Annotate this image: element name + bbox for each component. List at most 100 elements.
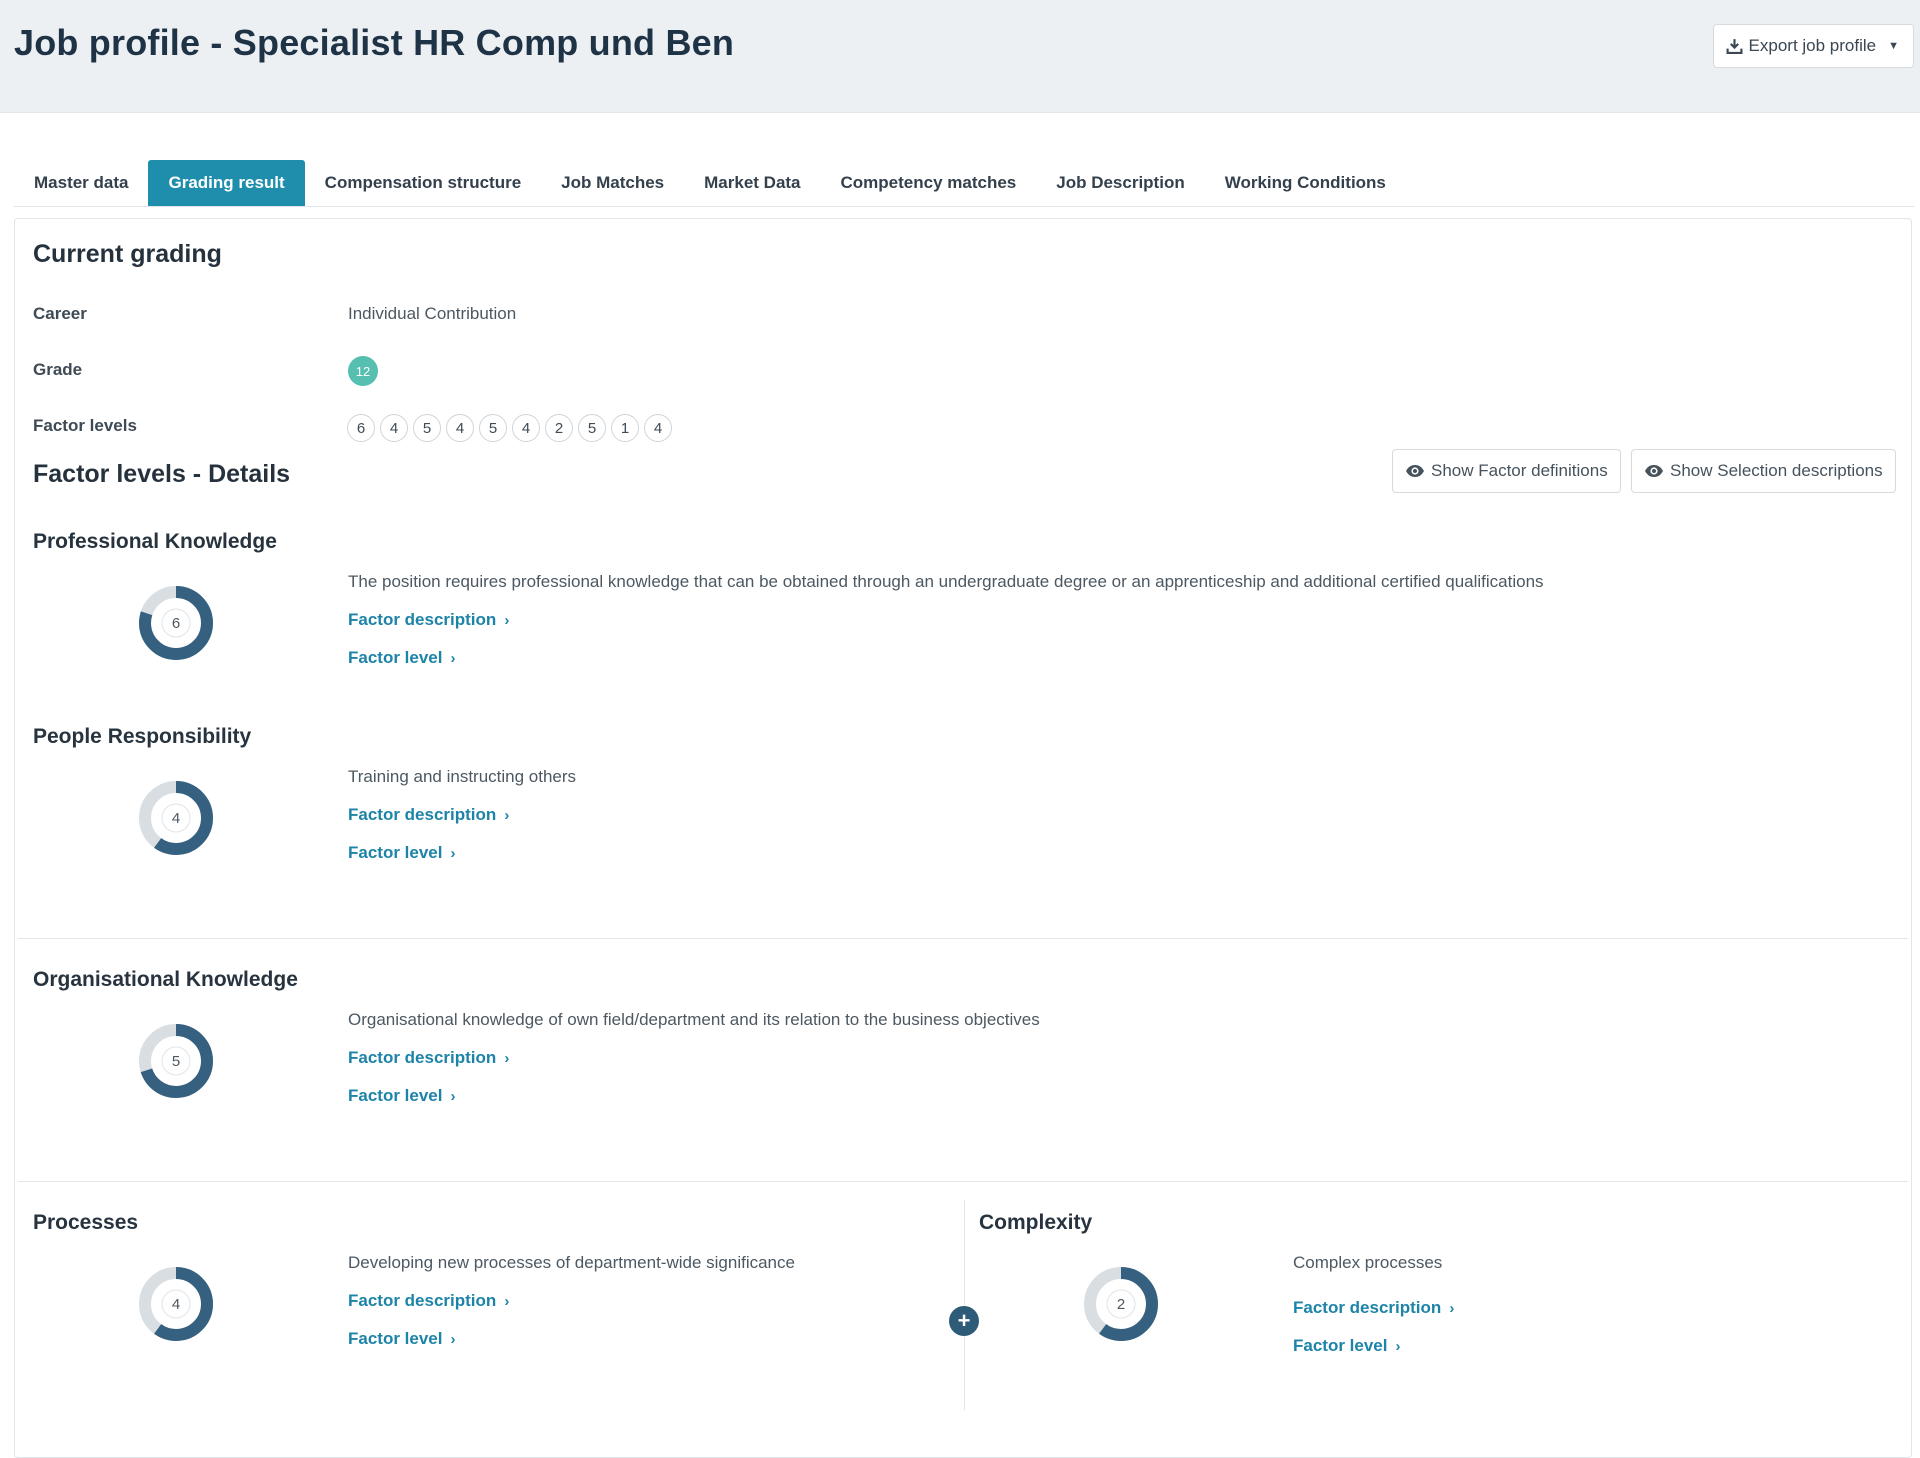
- plus-icon: +: [957, 1308, 971, 1333]
- link-label: Factor description: [348, 610, 497, 629]
- factor-level-link[interactable]: Factor level ›: [348, 648, 456, 668]
- donut-chart: 4: [139, 781, 213, 855]
- show-factor-definitions-button[interactable]: Show Factor definitions: [1392, 449, 1621, 493]
- factor-description-link[interactable]: Factor description ›: [348, 610, 509, 630]
- grade-label: Grade: [33, 360, 83, 379]
- factor-level-donut: 4: [138, 1266, 214, 1342]
- factor-level-link[interactable]: Factor level ›: [1293, 1336, 1401, 1356]
- current-grading-heading: Current grading: [33, 240, 222, 268]
- donut-chart: 2: [1084, 1267, 1158, 1341]
- chevron-right-icon: ›: [504, 806, 510, 824]
- factor-description-text: Training and instructing others: [348, 767, 577, 786]
- factor-title-processes: Processes: [33, 1211, 139, 1234]
- factor-description-text: Developing new processes of department-w…: [348, 1253, 795, 1272]
- section-divider: [18, 938, 1908, 939]
- factor-description-text: Complex processes: [1293, 1253, 1443, 1272]
- tab-bar: Master data Grading result Compensation …: [14, 160, 1914, 207]
- chevron-right-icon: ›: [504, 1292, 510, 1310]
- factor-title-organisational-knowledge: Organisational Knowledge: [33, 968, 298, 991]
- tab-working-conditions[interactable]: Working Conditions: [1205, 160, 1406, 206]
- link-label: Factor description: [348, 1291, 497, 1310]
- chevron-right-icon: ›: [1449, 1299, 1455, 1317]
- chevron-right-icon: ›: [450, 1330, 456, 1348]
- show-factor-definitions-label: Show Factor definitions: [1431, 461, 1608, 480]
- tab-grading-result[interactable]: Grading result: [148, 160, 305, 206]
- factor-level-donut: 5: [138, 1023, 214, 1099]
- chevron-right-icon: ›: [504, 611, 510, 629]
- tab-market-data[interactable]: Market Data: [684, 160, 820, 206]
- donut-level-label: 4: [172, 810, 180, 827]
- link-label: Factor level: [1293, 1336, 1388, 1355]
- chevron-right-icon: ›: [504, 1049, 510, 1067]
- tab-job-description[interactable]: Job Description: [1036, 160, 1204, 206]
- page-title: Job profile - Specialist HR Comp und Ben: [14, 22, 735, 63]
- link-label: Factor level: [348, 648, 443, 667]
- link-label: Factor level: [348, 843, 443, 862]
- factor-level-pill: 4: [446, 414, 474, 442]
- caret-down-icon: ▼: [1888, 40, 1899, 52]
- factor-level-pill: 4: [644, 414, 672, 442]
- factor-level-link[interactable]: Factor level ›: [348, 1329, 456, 1349]
- career-value: Individual Contribution: [348, 304, 517, 323]
- factor-level-link[interactable]: Factor level ›: [348, 843, 456, 863]
- tab-job-matches[interactable]: Job Matches: [541, 160, 684, 206]
- factor-description-link[interactable]: Factor description ›: [348, 1048, 509, 1068]
- tab-competency-matches[interactable]: Competency matches: [821, 160, 1037, 206]
- show-selection-descriptions-label: Show Selection descriptions: [1670, 461, 1883, 480]
- link-label: Factor level: [348, 1329, 443, 1348]
- export-label: Export job profile: [1748, 36, 1877, 55]
- donut-chart: 4: [139, 1267, 213, 1341]
- chevron-right-icon: ›: [1395, 1337, 1401, 1355]
- link-label: Factor level: [348, 1086, 443, 1105]
- factor-level-pill: 6: [347, 414, 375, 442]
- factor-description-text: The position requires professional knowl…: [348, 572, 1544, 591]
- factor-levels-list: 6 4 5 4 5 4 2 5 1 4: [347, 414, 672, 442]
- factor-level-pill: 1: [611, 414, 639, 442]
- factor-title-people-responsibility: People Responsibility: [33, 725, 252, 748]
- tab-master-data[interactable]: Master data: [14, 160, 148, 206]
- donut-chart: 5: [139, 1024, 213, 1098]
- factor-level-pill: 5: [479, 414, 507, 442]
- factor-level-donut: 6: [138, 585, 214, 661]
- link-label: Factor description: [348, 1048, 497, 1067]
- donut-level-label: 4: [172, 1296, 180, 1313]
- factor-description-text: Organisational knowledge of own field/de…: [348, 1010, 1040, 1029]
- section-divider: [18, 1181, 1908, 1182]
- grade-badge: 12: [348, 356, 378, 386]
- chevron-right-icon: ›: [450, 649, 456, 667]
- eye-icon: [1645, 465, 1663, 477]
- link-label: Factor description: [348, 805, 497, 824]
- factor-level-pill: 2: [545, 414, 573, 442]
- donut-chart: 6: [139, 586, 213, 660]
- tab-compensation-structure[interactable]: Compensation structure: [305, 160, 541, 206]
- grading-panel: [14, 218, 1912, 1458]
- column-divider: [964, 1200, 965, 1410]
- page-header: Job profile - Specialist HR Comp und Ben…: [0, 0, 1920, 113]
- add-factor-button[interactable]: +: [949, 1306, 979, 1336]
- career-label: Career: [33, 304, 87, 323]
- factor-level-donut: 2: [1083, 1266, 1159, 1342]
- factor-level-pill: 4: [380, 414, 408, 442]
- factor-title-professional-knowledge: Professional Knowledge: [33, 530, 277, 553]
- factor-title-complexity: Complexity: [979, 1211, 1093, 1234]
- chevron-right-icon: ›: [450, 844, 456, 862]
- donut-level-label: 6: [172, 615, 180, 632]
- factor-levels-label: Factor levels: [33, 416, 137, 435]
- show-selection-descriptions-button[interactable]: Show Selection descriptions: [1631, 449, 1896, 493]
- factor-level-pill: 5: [578, 414, 606, 442]
- export-job-profile-button[interactable]: Export job profile ▼: [1712, 24, 1914, 68]
- factor-level-pill: 4: [512, 414, 540, 442]
- link-label: Factor description: [1293, 1298, 1442, 1317]
- donut-level-label: 2: [1117, 1296, 1125, 1313]
- download-icon: [1726, 38, 1742, 54]
- chevron-right-icon: ›: [450, 1087, 456, 1105]
- factor-level-pill: 5: [413, 414, 441, 442]
- donut-level-label: 5: [172, 1053, 180, 1070]
- factor-details-heading: Factor levels - Details: [33, 460, 291, 488]
- factor-level-link[interactable]: Factor level ›: [348, 1086, 456, 1106]
- factor-description-link[interactable]: Factor description ›: [348, 805, 509, 825]
- eye-icon: [1406, 465, 1424, 477]
- factor-level-donut: 4: [138, 780, 214, 856]
- factor-description-link[interactable]: Factor description ›: [348, 1291, 509, 1311]
- factor-description-link[interactable]: Factor description ›: [1293, 1298, 1454, 1318]
